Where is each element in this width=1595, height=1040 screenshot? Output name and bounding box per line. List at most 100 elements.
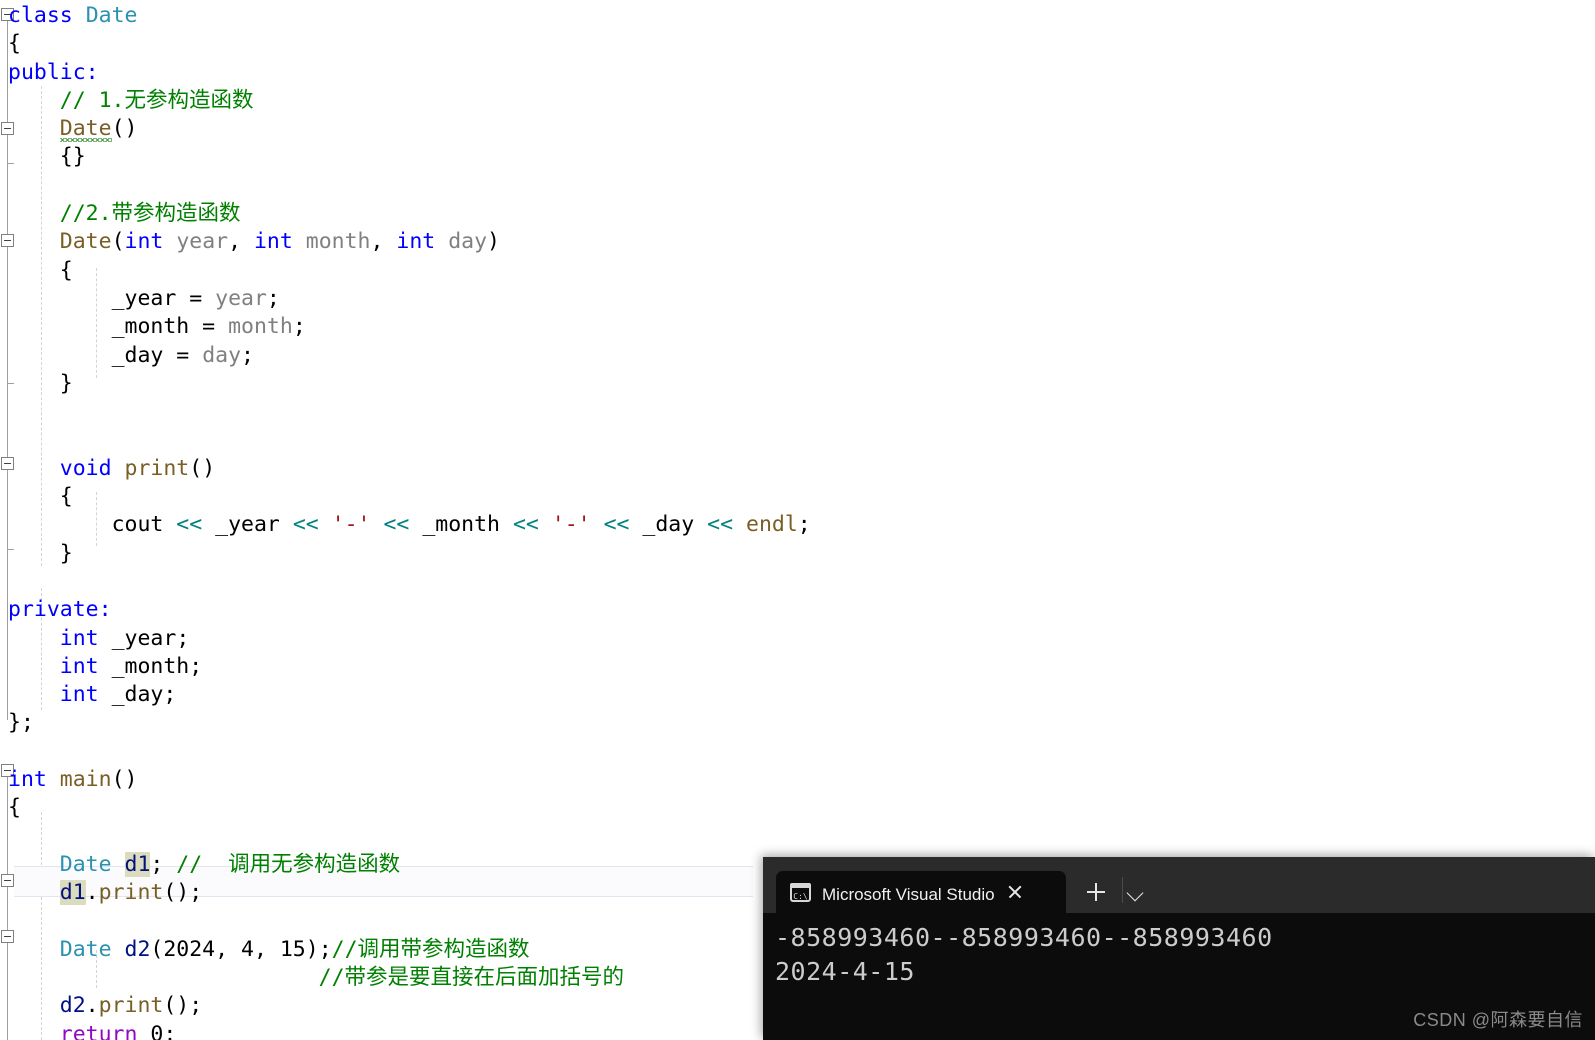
console-cmd-icon xyxy=(790,882,811,902)
variable-d2: d2 xyxy=(124,936,151,962)
code-line[interactable]: { xyxy=(0,794,1595,822)
keyword-void: void xyxy=(59,455,112,481)
code-line[interactable]: cout << _year << '-' << _month << '-' <<… xyxy=(0,511,1595,539)
member-day: _day xyxy=(642,512,695,538)
chevron-down-icon[interactable] xyxy=(1120,879,1150,905)
code-line-blank[interactable] xyxy=(0,568,1595,596)
type-date: Date xyxy=(59,936,112,962)
code-line-blank[interactable] xyxy=(0,738,1595,766)
code-line[interactable]: } xyxy=(0,540,1595,568)
console-output-line: -858993460--858993460--858993460 xyxy=(775,923,1273,952)
member-day: _day xyxy=(111,682,164,708)
param-month: month xyxy=(228,314,293,340)
code-line[interactable]: _day = day; xyxy=(0,342,1595,370)
variable-d1: d1 xyxy=(124,851,151,877)
member-year: _year xyxy=(111,285,177,311)
type-date: Date xyxy=(85,3,138,28)
keyword-int: int xyxy=(253,229,293,255)
stream-cout: cout xyxy=(111,512,164,538)
member-day: _day xyxy=(111,342,164,368)
shift-operator: << xyxy=(512,512,539,538)
close-icon[interactable] xyxy=(1002,879,1028,905)
code-line[interactable]: public: xyxy=(0,59,1595,87)
console-titlebar[interactable]: Microsoft Visual Studio 调试控 xyxy=(763,857,1595,913)
code-line[interactable]: Date() xyxy=(0,115,1595,143)
method-print: print xyxy=(98,993,164,1019)
keyword-class: class xyxy=(8,3,73,28)
code-line[interactable]: int _day; xyxy=(0,681,1595,709)
code-line[interactable]: _month = month; xyxy=(0,313,1595,341)
brace-close: } xyxy=(59,540,73,566)
comment-param-note: //带参是要直接在后面加括号的 xyxy=(318,965,625,991)
ctor-date-default: Date xyxy=(59,116,112,142)
shift-operator: << xyxy=(383,512,410,538)
code-line[interactable]: { xyxy=(0,483,1595,511)
comment-param-ctor: //2.带参构造函数 xyxy=(59,201,241,227)
code-line[interactable]: void print() xyxy=(0,455,1595,483)
return-value: 0 xyxy=(150,1021,164,1040)
member-month: _month xyxy=(111,314,190,340)
code-line[interactable]: } xyxy=(0,370,1595,398)
paren-empty: () xyxy=(111,116,138,142)
keyword-int: int xyxy=(59,682,99,708)
ctor-date-params: Date xyxy=(59,229,112,255)
function-main: main xyxy=(59,767,112,793)
code-line-blank[interactable] xyxy=(0,823,1595,851)
keyword-return: return xyxy=(59,1021,138,1040)
code-line[interactable]: Date(int year, int month, int day) xyxy=(0,228,1595,256)
console-output-line: 2024-4-15 xyxy=(775,957,915,986)
ctor-args-d2: (2024, 4, 15) xyxy=(150,936,319,962)
brace-open: { xyxy=(8,31,21,57)
shift-operator: << xyxy=(292,512,319,538)
variable-d2: d2 xyxy=(59,993,86,1019)
param-day: day xyxy=(448,229,488,255)
code-line-blank[interactable] xyxy=(0,426,1595,454)
brace-open: { xyxy=(59,257,73,283)
code-line[interactable]: int main() xyxy=(0,766,1595,794)
class-end: }; xyxy=(8,710,34,736)
comment-no-param-ctor: // 1.无参构造函数 xyxy=(59,87,254,113)
keyword-public: public: xyxy=(8,59,99,85)
method-print: print xyxy=(98,880,164,906)
console-window[interactable]: Microsoft Visual Studio 调试控 -858993460--… xyxy=(763,857,1595,1040)
code-line[interactable]: int _month; xyxy=(0,653,1595,681)
screen: class Date { public: // 1.无参构造函数 Date() … xyxy=(0,0,1595,1040)
plus-icon[interactable] xyxy=(1081,877,1111,907)
param-day: day xyxy=(202,342,242,368)
code-line[interactable]: // 1.无参构造函数 xyxy=(0,87,1595,115)
comment-call-param-ctor: //调用带参构造函数 xyxy=(331,936,530,962)
method-print: print xyxy=(124,455,190,481)
empty-body-braces: {} xyxy=(59,144,86,170)
code-line[interactable]: {} xyxy=(0,143,1595,171)
shift-operator: << xyxy=(707,512,734,538)
code-line[interactable]: int _year; xyxy=(0,625,1595,653)
keyword-private: private: xyxy=(8,597,112,623)
console-tab[interactable]: Microsoft Visual Studio 调试控 xyxy=(776,871,1066,913)
code-line[interactable]: //2.带参构造函数 xyxy=(0,200,1595,228)
variable-d1: d1 xyxy=(59,880,86,906)
keyword-int: int xyxy=(59,625,99,651)
keyword-int: int xyxy=(396,229,436,255)
code-line[interactable]: { xyxy=(0,257,1595,285)
param-month: month xyxy=(305,229,371,255)
member-year: _year xyxy=(215,512,280,538)
code-line[interactable]: }; xyxy=(0,709,1595,737)
member-month: _month xyxy=(111,653,190,679)
stream-endl: endl xyxy=(746,512,798,538)
code-line[interactable]: { xyxy=(0,30,1595,58)
code-line-blank[interactable] xyxy=(0,172,1595,200)
code-line[interactable]: class Date xyxy=(0,2,1595,30)
keyword-int: int xyxy=(8,767,47,793)
char-literal-dash: '-' xyxy=(551,512,591,538)
shift-operator: << xyxy=(603,512,630,538)
watermark: CSDN @阿森要自信 xyxy=(1413,1010,1583,1030)
brace-open: { xyxy=(8,795,21,821)
comment-call-default-ctor: // 调用无参构造函数 xyxy=(176,851,401,877)
char-literal-dash: '-' xyxy=(331,512,371,538)
console-tab-title: Microsoft Visual Studio 调试控 xyxy=(822,884,1000,904)
brace-close: } xyxy=(59,370,73,396)
code-line[interactable]: private: xyxy=(0,596,1595,624)
param-year: year xyxy=(215,285,267,311)
code-line[interactable]: _year = year; xyxy=(0,285,1595,313)
code-line-blank[interactable] xyxy=(0,398,1595,426)
